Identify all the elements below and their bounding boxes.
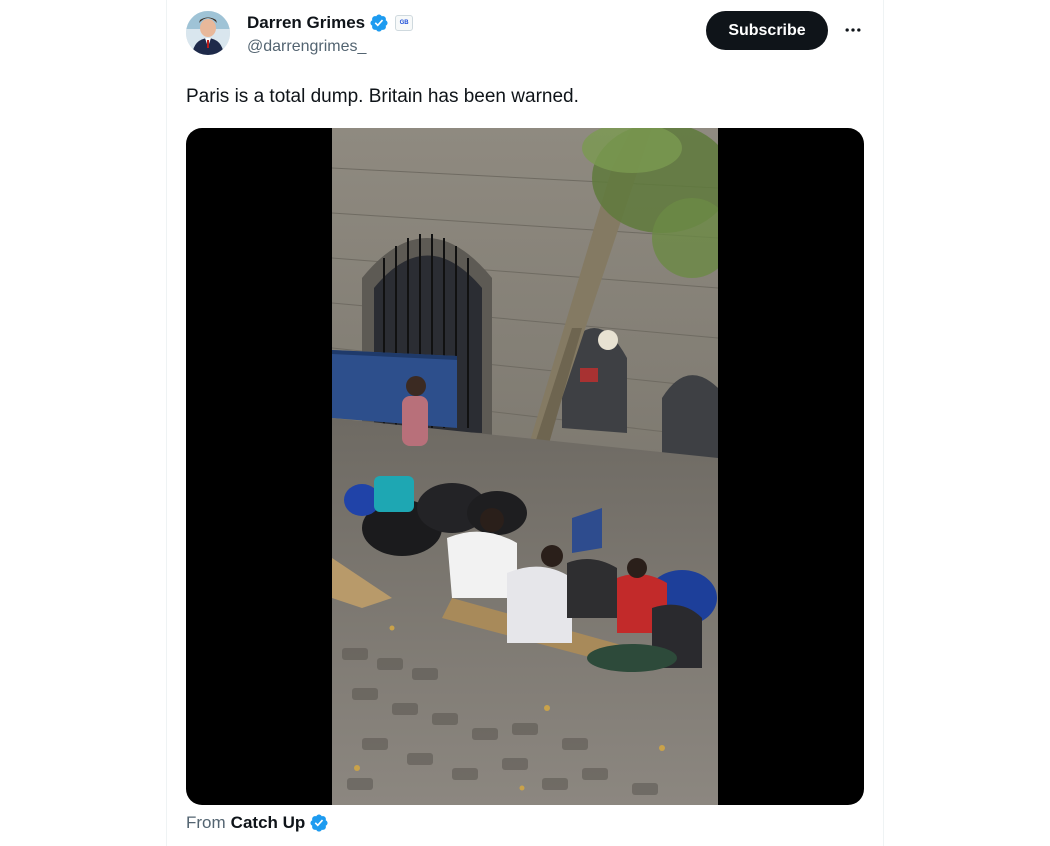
affiliation-badge-icon[interactable]: GB: [395, 15, 414, 31]
verified-badge-icon[interactable]: [369, 13, 389, 33]
source-prefix: From: [186, 813, 226, 832]
video-frame[interactable]: [332, 128, 718, 805]
subscribe-button[interactable]: Subscribe: [706, 11, 828, 50]
more-horizontal-icon: [845, 28, 861, 32]
more-options-button[interactable]: [840, 17, 866, 43]
avatar[interactable]: [186, 11, 230, 55]
author-name[interactable]: Darren Grimes: [247, 13, 365, 33]
author-name-row: Darren Grimes GB: [247, 11, 414, 35]
source-attribution: From Catch Up: [186, 813, 329, 833]
author-handle[interactable]: @darrengrimes_: [247, 38, 366, 56]
avatar-image: [186, 11, 230, 55]
video-thumbnail: [332, 128, 718, 805]
tweet-text: Paris is a total dump. Britain has been …: [186, 86, 579, 107]
verified-badge-icon[interactable]: [309, 813, 329, 833]
video-player[interactable]: [186, 128, 864, 805]
source-name-link[interactable]: Catch Up: [231, 813, 306, 833]
